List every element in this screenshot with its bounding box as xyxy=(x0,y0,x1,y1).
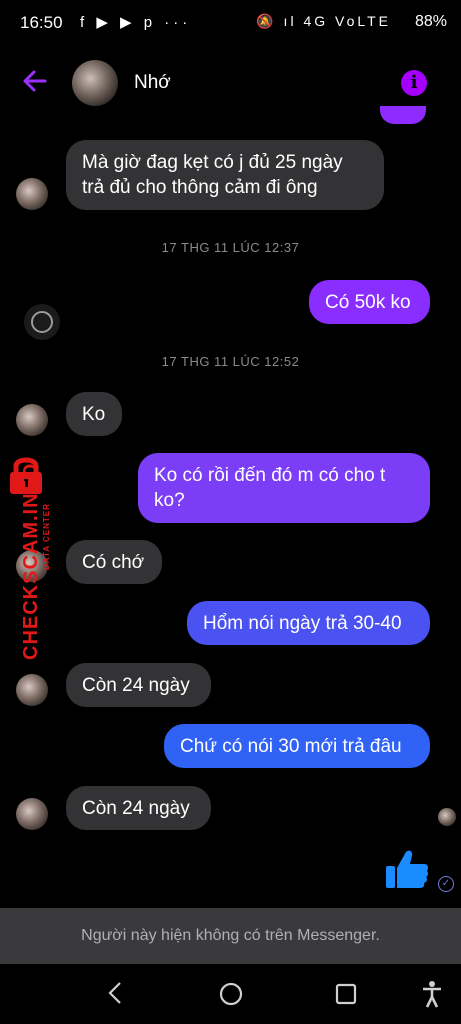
signal-icons: 🔕 ıl 4G VoLTE xyxy=(256,13,391,29)
back-arrow-icon[interactable] xyxy=(20,66,50,96)
thumbs-up-icon[interactable] xyxy=(384,846,430,892)
message-text: Còn 24 ngày xyxy=(82,798,190,819)
watermark-text: CHECKSCAM.INFO xyxy=(20,462,42,660)
message-incoming[interactable]: Ko xyxy=(66,392,122,436)
accessibility-icon[interactable] xyxy=(420,980,444,1015)
message-text: Còn 24 ngày xyxy=(82,675,190,696)
sender-avatar xyxy=(16,404,48,436)
status-bar: 16:50 f ▶ ▶ p ··· 🔕 ıl 4G VoLTE 88% xyxy=(0,0,461,44)
message-incoming[interactable]: Mà giờ đag kẹt có j đủ 25 ngày trả đủ ch… xyxy=(66,140,384,210)
contact-avatar[interactable] xyxy=(72,60,118,106)
message-outgoing[interactable]: Hổm nói ngày trả 30-40 xyxy=(187,601,430,645)
read-check-icon: ✓ xyxy=(438,876,454,892)
message-outgoing[interactable]: Chứ có nói 30 mới trả đâu xyxy=(164,724,430,768)
message-incoming[interactable]: Còn 24 ngày xyxy=(66,663,211,707)
nav-home-icon[interactable] xyxy=(218,981,244,1014)
status-circle-icon xyxy=(24,304,60,340)
message-text: Mà giờ đag kẹt có j đủ 25 ngày trả đủ ch… xyxy=(82,152,343,198)
nav-back-icon[interactable] xyxy=(104,980,126,1013)
message-text: Ko xyxy=(82,404,106,425)
timestamp: 17 THG 11 LÚC 12:37 xyxy=(161,240,300,255)
previous-message-bubble xyxy=(380,106,426,124)
sender-avatar xyxy=(16,798,48,830)
message-text: Ko có rồi đến đó m có cho t ko? xyxy=(154,465,386,511)
contact-name[interactable]: Nhớ xyxy=(134,72,171,94)
timestamp: 17 THG 11 LÚC 12:52 xyxy=(161,354,300,369)
info-icon[interactable]: i xyxy=(401,70,427,96)
nav-recents-icon[interactable] xyxy=(334,982,358,1013)
message-text: Chứ có nói 30 mới trả đâu xyxy=(180,736,402,757)
watermark-subtext: DATA CENTER xyxy=(42,503,51,570)
sender-avatar xyxy=(16,178,48,210)
message-text: Hổm nói ngày trả 30-40 xyxy=(203,613,402,634)
seen-avatar xyxy=(438,808,456,826)
sender-avatar xyxy=(16,674,48,706)
message-text: Có 50k ko xyxy=(325,292,411,313)
message-incoming[interactable]: Còn 24 ngày xyxy=(66,786,211,830)
unavailable-notice: Người này hiện không có trên Messenger. xyxy=(0,908,461,964)
notice-text: Người này hiện không có trên Messenger. xyxy=(81,927,380,944)
notification-icons: f ▶ ▶ p ··· xyxy=(80,14,192,31)
chat-header: Nhớ i xyxy=(0,50,461,114)
message-incoming[interactable]: Có chớ xyxy=(66,540,162,584)
status-time: 16:50 xyxy=(20,13,63,32)
message-outgoing[interactable]: Có 50k ko xyxy=(309,280,430,324)
message-text: Có chớ xyxy=(82,552,145,573)
message-outgoing[interactable]: Ko có rồi đến đó m có cho t ko? xyxy=(138,453,430,523)
battery-level: 88% xyxy=(414,13,447,30)
system-nav-bar xyxy=(0,964,461,1024)
